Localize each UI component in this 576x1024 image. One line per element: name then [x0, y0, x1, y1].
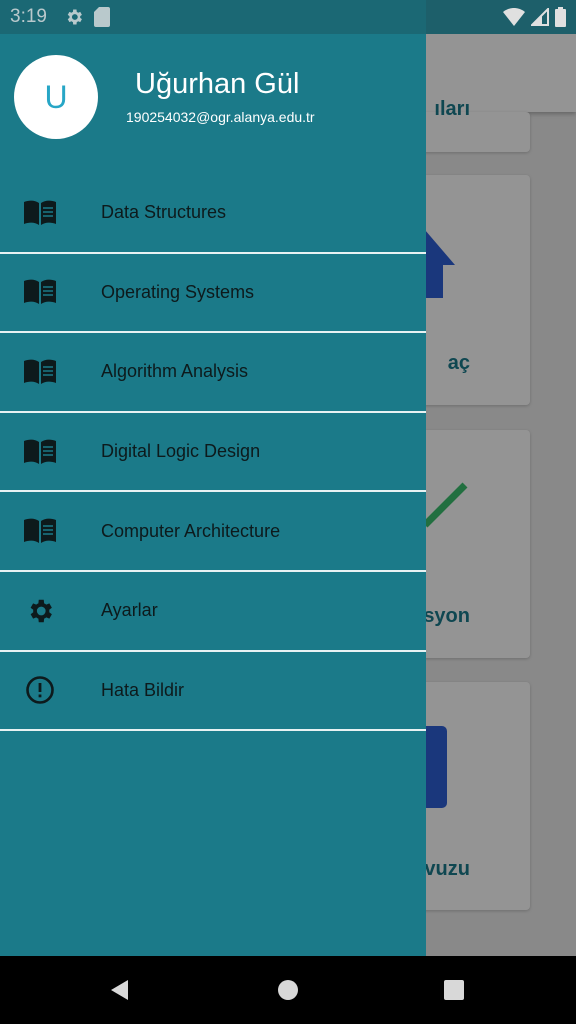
battery-icon [555, 7, 566, 27]
status-time: 3:19 [10, 6, 47, 27]
user-email: 190254032@ogr.alanya.edu.tr [126, 109, 315, 125]
gear-icon [67, 9, 82, 25]
menu-item-report-bug[interactable]: Hata Bildir [0, 652, 426, 732]
system-nav-bar [0, 956, 576, 1024]
menu-item-digital-logic-design[interactable]: Digital Logic Design [0, 413, 426, 493]
gear-icon [23, 597, 57, 625]
drawer-menu: Data Structures Operating Systems Algori… [0, 174, 426, 732]
signal-icon [531, 8, 549, 26]
book-icon [23, 278, 57, 306]
menu-item-label: Ayarlar [101, 600, 158, 621]
avatar[interactable]: U [14, 55, 98, 139]
menu-item-label: Data Structures [101, 202, 227, 223]
book-icon [23, 438, 57, 466]
book-icon [23, 358, 57, 386]
menu-item-label: Digital Logic Design [101, 441, 261, 462]
home-icon[interactable] [276, 978, 300, 1002]
menu-item-label: Operating Systems [101, 281, 255, 302]
menu-item-label: Hata Bildir [101, 679, 185, 700]
menu-item-computer-architecture[interactable]: Computer Architecture [0, 492, 426, 572]
drawer-header: U Uğurhan Gül 190254032@ogr.alanya.edu.t… [0, 34, 426, 164]
menu-item-settings[interactable]: Ayarlar [0, 572, 426, 652]
menu-item-data-structures[interactable]: Data Structures [0, 174, 426, 254]
navigation-drawer: U Uğurhan Gül 190254032@ogr.alanya.edu.t… [0, 34, 426, 956]
sd-card-icon [94, 7, 110, 27]
wifi-icon [503, 8, 525, 26]
menu-item-label: Computer Architecture [101, 520, 281, 541]
menu-item-algorithm-analysis[interactable]: Algorithm Analysis [0, 333, 426, 413]
book-icon [23, 517, 57, 545]
status-bar: 3:19 [0, 0, 576, 34]
user-name: Uğurhan Gül [135, 68, 300, 100]
recents-icon[interactable] [442, 978, 466, 1002]
book-icon [23, 199, 57, 227]
menu-item-label: Algorithm Analysis [101, 361, 249, 382]
menu-item-operating-systems[interactable]: Operating Systems [0, 254, 426, 334]
alert-circle-icon [23, 676, 57, 705]
back-icon[interactable] [108, 978, 132, 1002]
